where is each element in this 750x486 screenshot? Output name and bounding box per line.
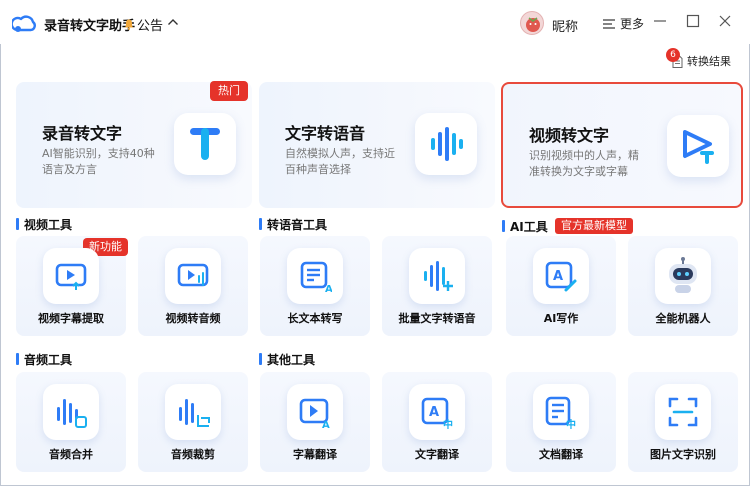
svg-text:中: 中 (443, 418, 453, 429)
document-translate-icon: 中 (533, 384, 589, 440)
scan-icon (655, 384, 711, 440)
bell-icon (124, 19, 134, 30)
announcement-label: 公告 (137, 19, 164, 34)
video-upload-icon (43, 248, 99, 304)
video-text-icon (667, 115, 729, 177)
ai-model-tag: 官方最新模型 (555, 218, 633, 234)
tool-video-to-audio[interactable]: 视频转音频 (138, 236, 248, 336)
conversion-results-button[interactable]: 6 转换结果 (666, 48, 731, 69)
t-letter-icon (174, 113, 236, 175)
results-count-badge: 6 (666, 48, 680, 62)
subtitle-translate-icon: A (287, 384, 343, 440)
maximize-icon[interactable] (685, 13, 701, 29)
tool-label: 全能机器人 (655, 312, 711, 325)
tool-label: 视频转音频 (165, 312, 221, 325)
tool-label: 文档翻译 (539, 448, 583, 461)
tool-batch-tts[interactable]: 批量文字转语音 (382, 236, 492, 336)
chevron-up-icon[interactable] (167, 17, 179, 27)
card-title: 录音转文字 (42, 124, 123, 143)
results-label: 转换结果 (687, 55, 731, 68)
feature-card-video-to-text[interactable]: 视频转文字 识别视频中的人声，精准转换为文字或字幕 (501, 82, 743, 208)
section-other-tools: 其他工具 (259, 351, 315, 368)
svg-text:A: A (429, 405, 439, 420)
tool-robot[interactable]: 全能机器人 (628, 236, 738, 336)
card-description: 识别视频中的人声，精准转换为文字或字幕 (529, 149, 639, 178)
more-menu-button[interactable]: 更多 (603, 15, 644, 32)
robot-icon (655, 248, 711, 304)
tool-label: 批量文字转语音 (398, 312, 476, 325)
svg-text:A: A (325, 284, 332, 293)
section-video-tools: 视频工具 (16, 216, 72, 233)
text-translate-icon: A 中 (409, 384, 465, 440)
avatar[interactable] (520, 11, 544, 35)
video-audio-icon (165, 248, 221, 304)
tool-audio-cut[interactable]: 音频裁剪 (138, 372, 248, 472)
user-name[interactable]: 昵称 (552, 16, 578, 35)
app-logo-icon (12, 15, 36, 32)
svg-text:中: 中 (566, 418, 576, 429)
tool-label: 字幕翻译 (293, 448, 337, 461)
svg-text:A: A (322, 420, 330, 429)
tool-audio-merge[interactable]: 音频合并 (16, 372, 126, 472)
audio-cut-icon (165, 384, 221, 440)
tool-label: 文字翻译 (415, 448, 459, 461)
close-icon[interactable] (717, 13, 733, 29)
tool-label: 视频字幕提取 (38, 312, 104, 325)
card-title: 视频转文字 (529, 126, 610, 145)
tool-label: 音频合并 (49, 448, 93, 461)
tool-text-translate[interactable]: A 中 文字翻译 (382, 372, 492, 472)
ai-writing-icon: A (533, 248, 589, 304)
tool-doc-translate[interactable]: 中 文档翻译 (506, 372, 616, 472)
soundwave-plus-icon (409, 248, 465, 304)
text-document-icon: A (287, 248, 343, 304)
tool-long-text[interactable]: A 长文本转写 (260, 236, 370, 336)
tool-label: 长文本转写 (287, 312, 343, 325)
more-label: 更多 (620, 17, 645, 31)
tool-subtitle-translate[interactable]: A 字幕翻译 (260, 372, 370, 472)
section-ai-tools: AI工具 (502, 218, 548, 235)
tool-subtitle-extract[interactable]: 新功能 视频字幕提取 (16, 236, 128, 336)
hot-badge: 热门 (210, 81, 248, 101)
minimize-icon[interactable] (652, 13, 668, 29)
tool-ai-writing[interactable]: A AI写作 (506, 236, 616, 336)
app-title: 录音转文字助手 (44, 19, 136, 34)
card-description: AI智能识别，支持40种语言及方言 (42, 147, 155, 176)
feature-card-audio-to-text[interactable]: 热门 录音转文字 AI智能识别，支持40种语言及方言 (16, 81, 252, 208)
announcement-button[interactable]: 公告 (124, 15, 163, 34)
card-description: 自然模拟人声，支持近百种声音选择 (285, 147, 395, 176)
avatar-icon (526, 17, 540, 32)
section-audio-tools: 音频工具 (16, 351, 72, 368)
title-bar: 录音转文字助手 公告 昵称 更多 (0, 0, 750, 44)
tool-label: 音频裁剪 (171, 448, 215, 461)
soundwave-icon (415, 113, 477, 175)
audio-merge-icon (43, 384, 99, 440)
feature-card-text-to-speech[interactable]: 文字转语音 自然模拟人声，支持近百种声音选择 (259, 82, 495, 208)
svg-text:A: A (553, 269, 563, 284)
tool-label: AI写作 (543, 312, 579, 325)
tool-image-ocr[interactable]: 图片文字识别 (628, 372, 738, 472)
hamburger-icon (603, 18, 615, 29)
tool-label: 图片文字识别 (650, 448, 716, 461)
section-speech-tools: 转语音工具 (259, 216, 327, 233)
card-title: 文字转语音 (285, 124, 366, 143)
